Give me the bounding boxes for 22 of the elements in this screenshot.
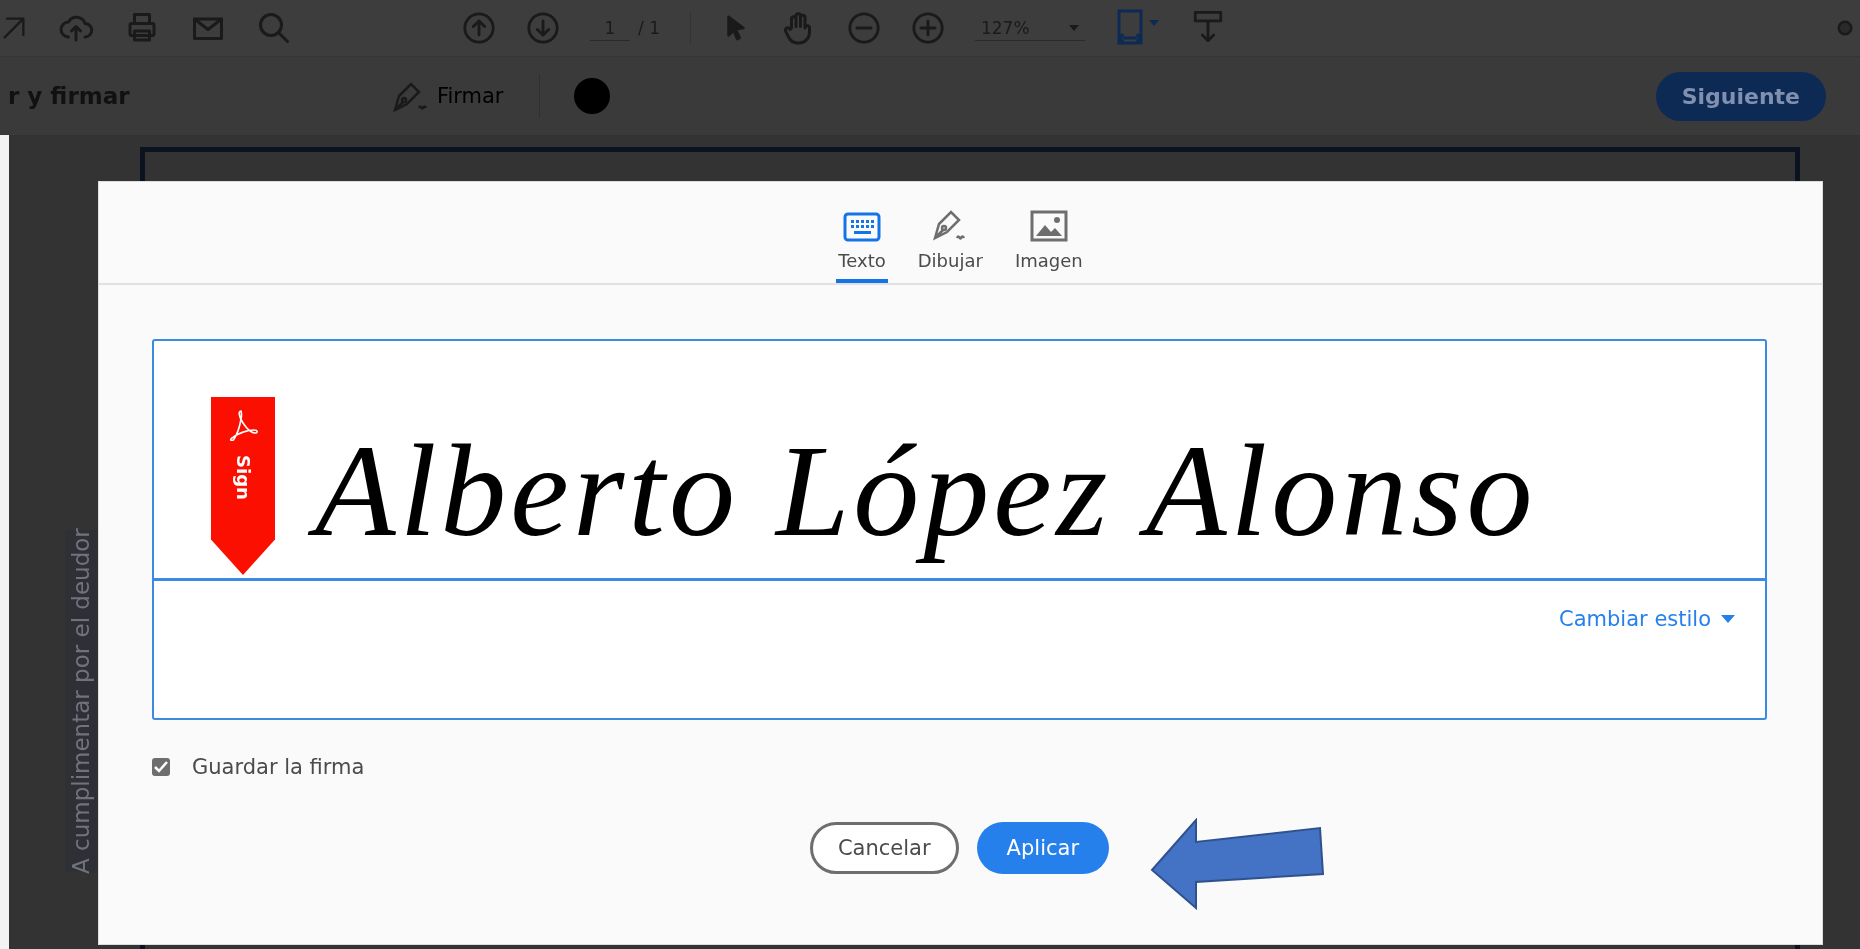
image-icon <box>1029 210 1068 242</box>
signature-text: Alberto López Alonso <box>299 399 1561 583</box>
next-button[interactable]: Siguiente <box>1655 71 1826 121</box>
dialog-tab[interactable]: Texto <box>836 201 888 283</box>
caret-icon <box>1721 615 1735 623</box>
cancel-button[interactable]: Cancelar <box>809 822 959 874</box>
change-style-button[interactable]: Cambiar estilo <box>1559 607 1735 631</box>
dialog-tab[interactable]: Dibujar <box>915 201 985 283</box>
save-signature-label: Guardar la firma <box>192 755 365 779</box>
arrow-up-circle-icon[interactable] <box>462 11 496 45</box>
search-icon[interactable] <box>256 10 292 46</box>
side-label: A cumplimentar por el deudor <box>65 530 97 872</box>
save-signature-checkbox[interactable] <box>152 758 170 776</box>
dialog-tab[interactable]: Imagen <box>1012 201 1085 283</box>
zoom-in-icon[interactable] <box>910 11 945 45</box>
color-swatch[interactable] <box>574 78 611 114</box>
arrow-down-circle-icon[interactable] <box>526 11 560 45</box>
badge-label: Sign <box>232 455 254 500</box>
apply-button[interactable]: Aplicar <box>976 822 1110 874</box>
keyboard-icon <box>843 212 882 242</box>
zoom-out-icon[interactable] <box>846 11 881 45</box>
caret-icon <box>1068 24 1079 31</box>
